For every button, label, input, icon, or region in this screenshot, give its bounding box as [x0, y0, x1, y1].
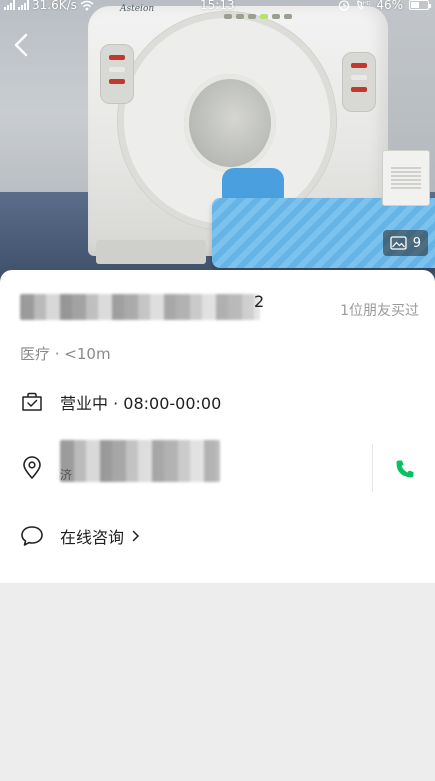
- place-title-suffix: 2: [254, 292, 265, 311]
- signal-icon: [4, 0, 15, 10]
- call-button[interactable]: [388, 452, 422, 486]
- online-consult-row[interactable]: 在线咨询: [0, 522, 435, 550]
- business-hours: 营业中 · 08:00-00:00: [60, 394, 222, 413]
- image-icon: [390, 236, 407, 250]
- chevron-right-icon: [132, 530, 140, 542]
- back-arrow-icon: [14, 33, 28, 57]
- status-time: 15:13: [200, 0, 235, 12]
- wifi-icon: [80, 0, 94, 10]
- photo-count: 9: [412, 235, 421, 251]
- shop-bag-icon: [20, 390, 44, 414]
- address-row[interactable]: 济: [0, 438, 435, 498]
- address-redacted: [60, 440, 220, 482]
- svg-text:HD: HD: [363, 1, 370, 7]
- hours-row: 营业中 · 08:00-00:00: [0, 388, 435, 416]
- place-detail-screen: Asteion 31.6K/s 15:13 HD 46% 9 2 1位朋友买过 …: [0, 0, 435, 781]
- volte-call-icon: HD: [357, 0, 370, 10]
- alarm-icon: [339, 0, 350, 11]
- network-speed: 31.6K/s: [32, 0, 77, 12]
- battery-percent: 46%: [376, 0, 403, 12]
- battery-icon: [409, 0, 431, 10]
- phone-icon: [396, 460, 414, 478]
- status-bar: 31.6K/s 15:13 HD 46%: [0, 0, 435, 14]
- signal-icon-2: [18, 0, 29, 10]
- back-button[interactable]: [8, 30, 34, 60]
- location-pin-icon: [20, 456, 44, 480]
- category-distance: 医疗 · <10m: [20, 345, 111, 363]
- place-title-redacted: [20, 294, 260, 320]
- hero-photo[interactable]: Asteion: [0, 0, 435, 282]
- address-first-char: 济: [60, 468, 73, 482]
- chat-bubble-icon: [20, 524, 44, 548]
- place-info-card: 2 1位朋友买过 医疗 · <10m 营业中 · 08:00-00:00 济 在…: [0, 270, 435, 583]
- online-consult-label: 在线咨询: [60, 528, 125, 547]
- divider: [372, 444, 373, 492]
- photo-count-badge[interactable]: 9: [382, 230, 428, 256]
- friends-visited-text[interactable]: 1位朋友买过: [340, 300, 419, 320]
